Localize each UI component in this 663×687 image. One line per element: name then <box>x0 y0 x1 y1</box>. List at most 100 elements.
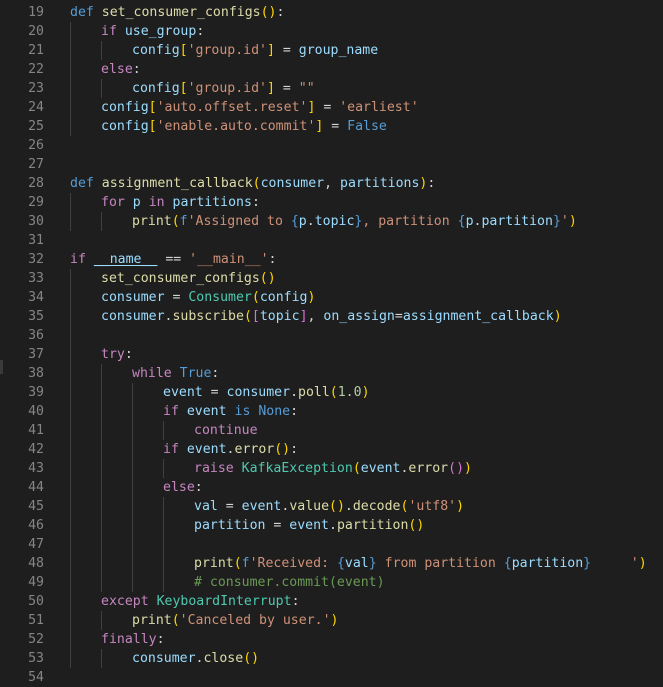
code-line[interactable]: 40 if event is None: <box>0 402 663 421</box>
code-token: ] <box>267 81 275 96</box>
code-line[interactable]: 23 config['group.id'] = "" <box>0 79 663 98</box>
code-token: KafkaException <box>241 461 353 476</box>
code-token: 1.0 <box>337 385 362 400</box>
code-text: def assignment_callback(consumer, partit… <box>70 174 435 193</box>
code-token: ( <box>329 385 338 400</box>
code-line[interactable]: 54 <box>0 668 663 687</box>
code-token: print <box>132 214 172 229</box>
indent-guide <box>70 212 71 231</box>
code-token: event <box>289 518 329 533</box>
code-token: while <box>132 366 172 381</box>
code-text: continue <box>194 421 258 440</box>
code-text: config['group.id'] = group_name <box>132 41 378 60</box>
code-line[interactable]: 49 # consumer.commit(event) <box>0 573 663 592</box>
code-token: f <box>179 214 188 229</box>
indent-guide <box>163 421 164 440</box>
code-token: ( <box>243 309 252 324</box>
code-text: raise KafkaException(event.error()) <box>194 459 472 478</box>
code-token: = <box>202 385 227 400</box>
line-number: 53 <box>28 651 44 666</box>
indent-guide <box>70 326 71 345</box>
code-line[interactable]: 53 consumer.close() <box>0 649 663 668</box>
code-token: event <box>360 461 401 476</box>
indent-guide <box>70 383 71 402</box>
line-number: 49 <box>28 575 44 590</box>
line-number: 28 <box>28 176 44 191</box>
code-line[interactable]: 32 if __name__ == '__main__': <box>0 250 663 269</box>
indent-guide <box>101 497 102 516</box>
code-line[interactable]: 25 config['enable.auto.commit'] = False <box>0 117 663 136</box>
code-line[interactable]: 41 continue <box>0 421 663 440</box>
code-line[interactable]: 35 consumer.subscribe([topic], on_assign=… <box>0 307 663 326</box>
code-token: [ <box>148 119 157 134</box>
line-number: 20 <box>28 24 44 39</box>
code-token: 'utf8' <box>408 499 457 514</box>
indent-guide <box>101 402 102 421</box>
code-line[interactable]: 31 <box>0 231 663 250</box>
indent-guide <box>70 22 71 41</box>
code-line[interactable]: 29 for p in partitions: <box>0 193 663 212</box>
code-token: p <box>132 195 141 210</box>
code-token: except <box>101 594 149 609</box>
code-token: set_consumer_configs <box>101 5 261 20</box>
code-token: = <box>274 43 299 58</box>
indent-guide <box>132 554 133 573</box>
code-token: partition <box>194 518 266 533</box>
code-line[interactable]: 52 finally: <box>0 630 663 649</box>
code-token: ( <box>233 556 242 571</box>
code-token: print <box>132 613 172 628</box>
code-line[interactable]: 20 if use_group: <box>0 22 663 41</box>
indent-guide <box>70 402 71 421</box>
indent-guide <box>132 459 133 478</box>
code-text: print(f'Received: {val} from partition {… <box>194 554 647 573</box>
code-line[interactable]: 19 def set_consumer_configs(): <box>0 3 663 22</box>
code-token: ( <box>352 461 361 476</box>
code-line[interactable]: 36 <box>0 326 663 345</box>
indent-guide <box>70 60 71 79</box>
code-token: else <box>101 62 133 77</box>
code-editor[interactable]: 19 def set_consumer_configs(): 20 if use_gr… <box>0 0 663 687</box>
code-text: # consumer.commit(event) <box>194 573 385 592</box>
code-line[interactable]: 22 else: <box>0 60 663 79</box>
code-line[interactable]: 48 print(f'Received: {val} from partition… <box>0 554 663 573</box>
code-line[interactable]: 45 val = event.value().decode('utf8') <box>0 497 663 516</box>
code-line[interactable]: 38 while True: <box>0 364 663 383</box>
line-number: 54 <box>28 670 44 685</box>
code-line[interactable]: 43 raise KafkaException(event.error()) <box>0 459 663 478</box>
code-line[interactable]: 46 partition = event.partition() <box>0 516 663 535</box>
code-line[interactable]: 24 config['auto.offset.reset'] = 'earlies… <box>0 98 663 117</box>
indent-guide <box>70 459 71 478</box>
code-line[interactable]: 27 <box>0 155 663 174</box>
code-line[interactable]: 47 <box>0 535 663 554</box>
code-token: ( <box>252 176 261 191</box>
code-line[interactable]: 26 <box>0 136 663 155</box>
code-line[interactable]: 51 print('Canceled by user.') <box>0 611 663 630</box>
code-token: from partition <box>376 556 504 571</box>
code-token: if <box>163 442 179 457</box>
code-line[interactable]: 44 else: <box>0 478 663 497</box>
code-token: : <box>276 5 285 20</box>
code-line[interactable]: 50 except KeyboardInterrupt: <box>0 592 663 611</box>
code-text: for p in partitions: <box>101 193 260 212</box>
code-token: p <box>465 214 474 229</box>
code-token: = <box>265 518 290 533</box>
code-token: ) <box>568 214 577 229</box>
code-line[interactable]: 28 def assignment_callback(consumer, part… <box>0 174 663 193</box>
code-line[interactable]: 21 config['group.id'] = group_name <box>0 41 663 60</box>
code-token: = <box>315 100 340 115</box>
code-token: continue <box>194 423 258 438</box>
code-line[interactable]: 37 try: <box>0 345 663 364</box>
code-token: : <box>194 480 203 495</box>
code-line[interactable]: 42 if event.error(): <box>0 440 663 459</box>
line-number: 47 <box>28 537 44 552</box>
code-line[interactable]: 39 event = consumer.poll(1.0) <box>0 383 663 402</box>
code-line[interactable]: 34 consumer = Consumer(config) <box>0 288 663 307</box>
line-number: 50 <box>28 594 44 609</box>
code-line[interactable]: 30 print(f'Assigned to {p.topic}, partiti… <box>0 212 663 231</box>
code-token: ) <box>330 613 339 628</box>
code-line[interactable]: 33 set_consumer_configs() <box>0 269 663 288</box>
indent-guide <box>101 649 102 668</box>
